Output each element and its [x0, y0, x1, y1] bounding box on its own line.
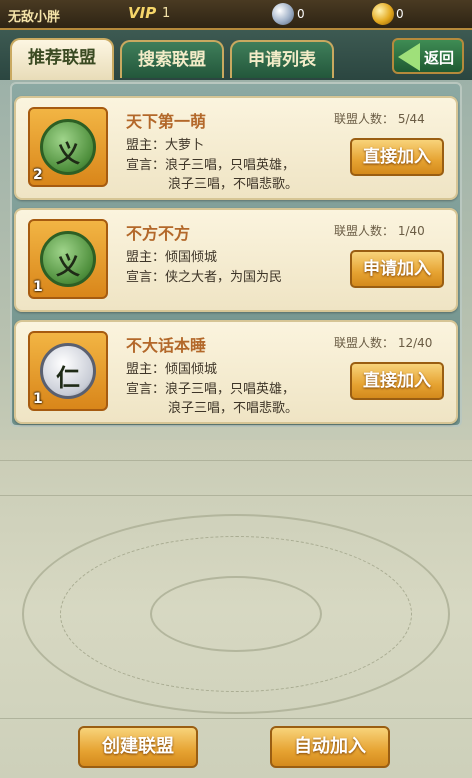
emblem-level: 2	[33, 167, 43, 183]
join-direct-button[interactable]: 直接加入	[350, 362, 444, 400]
gold-ingot-icon	[372, 3, 394, 25]
apply-join-button[interactable]: 申请加入	[350, 250, 444, 288]
courtyard-floor	[0, 440, 472, 778]
emblem-glyph: 仁	[56, 364, 80, 392]
alliance-leader: 盟主：大萝卜	[126, 138, 205, 153]
member-count: 联盟人数： 1/40	[334, 224, 425, 238]
player-name: 无敌小胖	[8, 10, 61, 25]
gold-count: 0	[396, 7, 404, 21]
back-label: 返回	[424, 49, 455, 67]
alliance-motto-cont: 浪子三唱，不唱悲歌。	[168, 401, 299, 416]
silver-count: 0	[297, 7, 305, 21]
emblem-glyph: 义	[56, 252, 80, 280]
alliance-motto: 宣言：浪子三唱，只唱英雄，	[126, 382, 296, 397]
alliance-emblem: 义 2	[28, 107, 108, 187]
alliance-card: 仁 1 不大话本睡 联盟人数： 12/40 盟主：倾国倾城 宣言：浪子三唱，只唱…	[14, 320, 458, 424]
silver-emblem-icon: 仁	[40, 343, 96, 399]
floor-seam	[0, 718, 472, 719]
alliance-name: 不大话本睡	[126, 336, 207, 355]
alliance-card: 义 2 天下第一萌 联盟人数： 5/44 盟主：大萝卜 宣言：浪子三唱，只唱英雄…	[14, 96, 458, 200]
floor-seam	[0, 495, 472, 496]
create-alliance-button[interactable]: 创建联盟	[78, 726, 198, 768]
emblem-glyph: 义	[56, 140, 80, 168]
jade-emblem-icon: 义	[40, 231, 96, 287]
join-direct-button[interactable]: 直接加入	[350, 138, 444, 176]
jade-emblem-icon: 义	[40, 119, 96, 175]
alliance-emblem: 仁 1	[28, 331, 108, 411]
silver-coin-icon	[272, 3, 294, 25]
floor-seam	[0, 460, 472, 461]
member-count: 联盟人数： 5/44	[334, 112, 425, 126]
alliance-name: 天下第一萌	[126, 112, 207, 131]
alliance-card: 义 1 不方不方 联盟人数： 1/40 盟主：倾国倾城 宣言：侠之大者，为国为民…	[14, 208, 458, 312]
top-status-bar: 无敌小胖 VIP 1 0 0	[0, 0, 472, 30]
alliance-name: 不方不方	[126, 224, 191, 243]
back-button[interactable]: 返回	[392, 38, 464, 74]
tab-strip: 推荐联盟 搜索联盟 申请列表 返回	[0, 30, 472, 80]
vip-badge: VIP	[128, 4, 157, 22]
emblem-level: 1	[33, 391, 43, 407]
tab-applications[interactable]: 申请列表	[230, 40, 334, 78]
alliance-leader: 盟主：倾国倾城	[126, 362, 218, 377]
alliance-motto: 宣言：侠之大者，为国为民	[126, 270, 283, 285]
alliance-emblem: 义 1	[28, 219, 108, 299]
floor-medallion-core	[150, 576, 322, 652]
alliance-leader: 盟主：倾国倾城	[126, 250, 218, 265]
alliance-motto: 宣言：浪子三唱，只唱英雄，	[126, 158, 296, 173]
auto-join-button[interactable]: 自动加入	[270, 726, 390, 768]
member-count: 联盟人数： 12/40	[334, 336, 433, 350]
emblem-level: 1	[33, 279, 43, 295]
alliance-motto-cont: 浪子三唱，不唱悲歌。	[168, 177, 299, 192]
tab-recommended[interactable]: 推荐联盟	[10, 38, 114, 80]
back-arrow-icon	[398, 43, 420, 71]
tab-search[interactable]: 搜索联盟	[120, 40, 224, 78]
vip-level: 1	[162, 6, 171, 21]
